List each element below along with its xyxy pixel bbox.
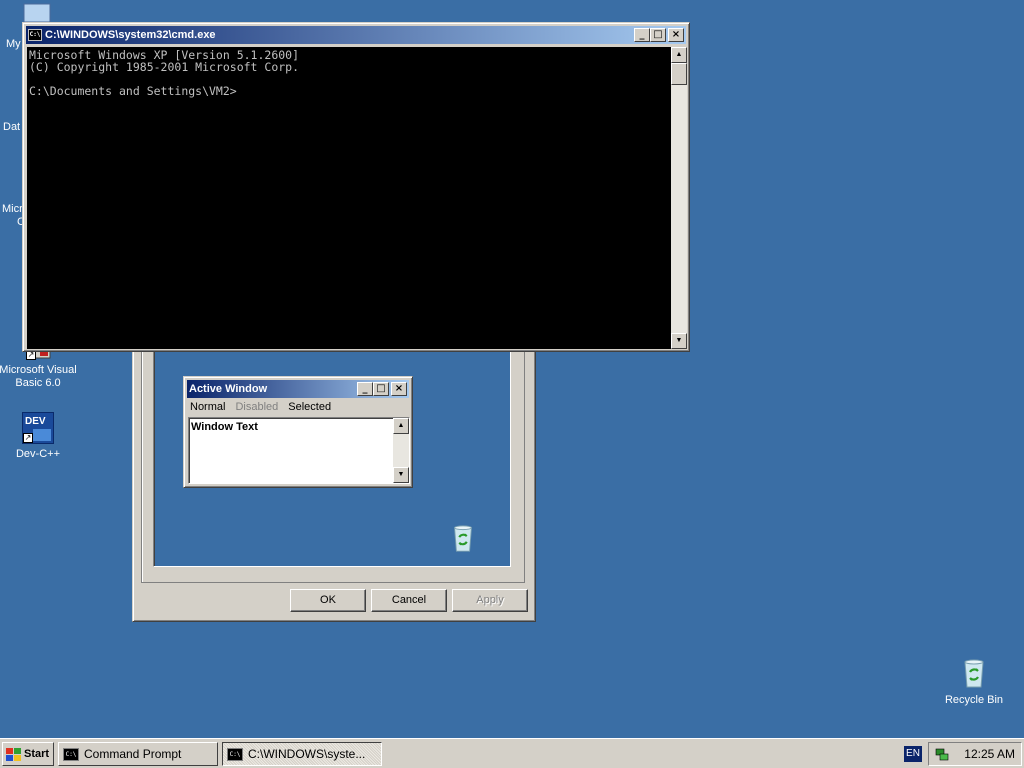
console-output[interactable]: Microsoft Windows XP [Version 5.1.2600](… bbox=[27, 47, 671, 349]
cancel-button[interactable]: Cancel bbox=[371, 589, 447, 612]
scroll-up-icon[interactable]: ▲ bbox=[671, 47, 687, 63]
minimize-icon[interactable]: _ bbox=[634, 28, 650, 42]
system-tray: 12:25 AM bbox=[928, 742, 1022, 766]
taskbar-button-command-prompt[interactable]: C:\ Command Prompt bbox=[58, 742, 218, 766]
active-window-sample: Active Window _ □ × Normal Disabled Sele… bbox=[183, 376, 413, 488]
network-icon[interactable] bbox=[934, 746, 950, 762]
apply-button[interactable]: Apply bbox=[452, 589, 528, 612]
desktop-label-partial-2: Dat bbox=[3, 121, 21, 133]
recycle-bin-icon bbox=[958, 658, 990, 690]
menu-item-normal[interactable]: Normal bbox=[190, 401, 225, 413]
my-computer-icon bbox=[23, 3, 51, 23]
scroll-up-icon[interactable]: ▲ bbox=[393, 418, 409, 434]
sample-titlebar: Active Window _ □ × bbox=[187, 380, 409, 398]
maximize-icon[interactable]: □ bbox=[373, 382, 389, 396]
cmd-title: C:\WINDOWS\system32\cmd.exe bbox=[45, 29, 216, 41]
desktop-icon-devcpp[interactable]: DEV ↗ Dev-C++ bbox=[0, 412, 78, 461]
taskbar: Start C:\ Command Prompt C:\ C:\WINDOWS\… bbox=[0, 738, 1024, 768]
desktop-icon-visual-basic[interactable]: ↗ Microsoft Visual Basic 6.0 bbox=[0, 345, 78, 390]
desktop-icon-recycle-bin[interactable]: Recycle Bin bbox=[934, 658, 1014, 707]
desktop-label-partial-1: My bbox=[6, 38, 21, 50]
taskbar-button-cmd-exe[interactable]: C:\ C:\WINDOWS\syste... bbox=[222, 742, 382, 766]
desktop-icon-label: Recycle Bin bbox=[944, 694, 1004, 706]
menu-item-disabled: Disabled bbox=[235, 401, 279, 413]
close-icon[interactable]: × bbox=[668, 28, 684, 42]
devcpp-icon: DEV ↗ bbox=[22, 412, 54, 444]
sample-menubar: Normal Disabled Selected bbox=[184, 398, 412, 416]
cmd-icon: C:\ bbox=[227, 747, 243, 761]
scroll-down-icon[interactable]: ▼ bbox=[393, 467, 409, 483]
language-indicator[interactable]: EN bbox=[904, 746, 922, 762]
desktop-icon-label: Dev-C++ bbox=[15, 448, 61, 460]
sample-title: Active Window bbox=[189, 383, 268, 395]
console-line: (C) Copyright 1985-2001 Microsoft Corp. bbox=[29, 60, 300, 74]
close-icon[interactable]: × bbox=[391, 382, 407, 396]
cmd-scrollbar[interactable]: ▲ ▼ bbox=[671, 47, 687, 349]
minimize-icon[interactable]: _ bbox=[357, 382, 373, 396]
sample-scrollbar[interactable]: ▲ ▼ bbox=[393, 418, 409, 483]
start-label: Start bbox=[24, 748, 50, 760]
clock[interactable]: 12:25 AM bbox=[964, 747, 1015, 761]
start-button[interactable]: Start bbox=[2, 742, 54, 766]
cmd-titlebar[interactable]: C:\ C:\WINDOWS\system32\cmd.exe _ □ × bbox=[26, 26, 686, 44]
cmd-icon[interactable]: C:\ bbox=[28, 29, 42, 41]
preview-recycle-bin-icon bbox=[454, 525, 472, 552]
cmd-window[interactable]: C:\ C:\WINDOWS\system32\cmd.exe _ □ × Mi… bbox=[22, 22, 690, 352]
console-prompt: C:\Documents and Settings\VM2> bbox=[29, 84, 237, 98]
maximize-icon[interactable]: □ bbox=[650, 28, 666, 42]
sample-text-area: Window Text ▲ ▼ bbox=[188, 417, 410, 484]
taskbar-button-label: C:\WINDOWS\syste... bbox=[248, 747, 366, 761]
windows-logo-icon bbox=[6, 747, 21, 761]
scroll-thumb[interactable] bbox=[671, 63, 687, 85]
window-text: Window Text bbox=[191, 421, 258, 433]
scroll-down-icon[interactable]: ▼ bbox=[671, 333, 687, 349]
cmd-icon: C:\ bbox=[63, 747, 79, 761]
devcpp-icon-text: DEV bbox=[25, 416, 46, 427]
menu-item-selected[interactable]: Selected bbox=[288, 401, 331, 413]
desktop-icon-my-computer[interactable] bbox=[22, 2, 54, 24]
desktop-icon-label: Microsoft Visual Basic 6.0 bbox=[0, 364, 77, 389]
taskbar-button-label: Command Prompt bbox=[84, 747, 182, 761]
ok-button[interactable]: OK bbox=[290, 589, 366, 612]
